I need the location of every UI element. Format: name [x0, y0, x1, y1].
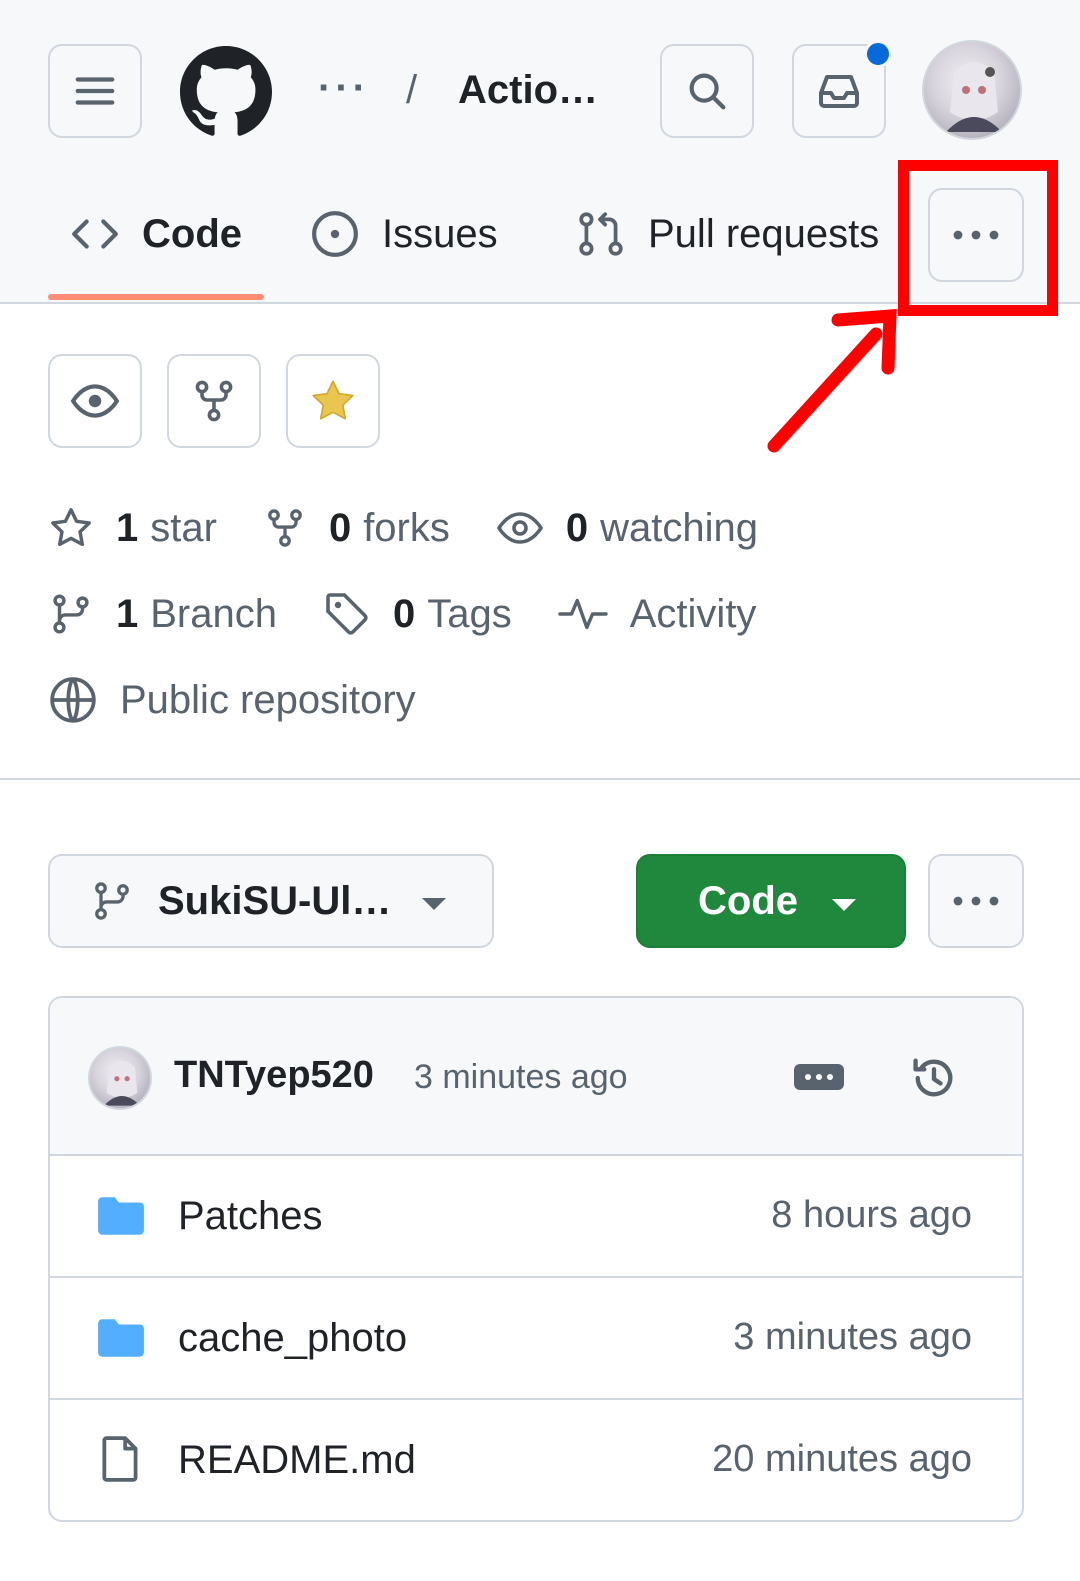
- stars-count: 1: [116, 505, 139, 550]
- activity-label: Activity: [629, 591, 757, 636]
- commit-author-avatar[interactable]: [88, 1046, 152, 1110]
- pulse-icon: [558, 598, 608, 630]
- file-row-readme[interactable]: README.md 20 minutes ago: [50, 1400, 1022, 1520]
- section-divider: [0, 778, 1080, 780]
- triangle-down-icon: [832, 899, 856, 911]
- kebab-horizontal-icon: [953, 896, 999, 906]
- commit-message-toggle[interactable]: [794, 1064, 844, 1090]
- branch-count: 1: [116, 591, 139, 636]
- latest-commit-row: TNTyep520 3 minutes ago: [50, 998, 1022, 1156]
- stars-link[interactable]: 1 star: [48, 505, 217, 551]
- commit-time: 3 minutes ago: [414, 1058, 628, 1096]
- star-icon: [51, 508, 91, 547]
- branch-label: Branch: [150, 591, 277, 636]
- file-listing: TNTyep520 3 minutes ago Patches 8 hours …: [48, 996, 1024, 1522]
- notification-dot: [864, 40, 892, 68]
- file-time: 3 minutes ago: [733, 1316, 972, 1358]
- eye-icon: [70, 384, 120, 418]
- branches-link[interactable]: 1 Branch: [48, 591, 277, 637]
- code-dropdown-button[interactable]: Code: [636, 854, 906, 948]
- issue-opened-icon: [312, 211, 358, 257]
- repo-forked-icon: [268, 509, 302, 547]
- tags-count: 0: [393, 591, 416, 636]
- tab-issues-label: Issues: [382, 211, 498, 256]
- file-time: 20 minutes ago: [712, 1438, 972, 1480]
- file-time: 8 hours ago: [771, 1194, 972, 1236]
- forks-count: 0: [328, 505, 352, 550]
- ellipsis-icon: [805, 1074, 833, 1080]
- file-name[interactable]: README.md: [178, 1438, 416, 1483]
- triangle-down-icon: [422, 898, 446, 910]
- tags-link[interactable]: 0 Tags: [323, 590, 512, 638]
- stars-label: star: [150, 505, 217, 550]
- repo-stats-row-2: 1 Branch 0 Tags Activity: [48, 586, 802, 642]
- file-icon: [102, 1436, 138, 1482]
- hamburger-menu-button[interactable]: [48, 44, 142, 138]
- git-branch-icon: [53, 594, 89, 634]
- repo-name[interactable]: Actio…: [458, 68, 598, 113]
- file-name[interactable]: Patches: [178, 1194, 323, 1239]
- file-name[interactable]: cache_photo: [178, 1316, 407, 1361]
- folder-icon: [98, 1197, 144, 1235]
- github-logo-icon[interactable]: [180, 46, 272, 138]
- watch-button[interactable]: [48, 354, 142, 448]
- code-icon: [72, 219, 118, 249]
- tab-pull-requests[interactable]: Pull requests: [576, 196, 879, 272]
- search-button[interactable]: [660, 44, 754, 138]
- git-branch-icon: [95, 882, 129, 920]
- star-fill-icon: [312, 380, 354, 420]
- tab-pull-requests-label: Pull requests: [648, 211, 880, 256]
- activity-link[interactable]: Activity: [558, 591, 757, 637]
- visibility-label: Public repository: [120, 677, 416, 722]
- repo-stats-row-3: Public repository: [48, 672, 462, 728]
- folder-icon: [98, 1319, 144, 1357]
- fork-button[interactable]: [167, 354, 261, 448]
- watching-label: watching: [600, 505, 758, 550]
- branch-selector-value: SukiSU-Ul…: [158, 878, 392, 923]
- avatar[interactable]: [922, 40, 1022, 140]
- tab-code-label: Code: [142, 211, 242, 256]
- visibility-indicator: Public repository: [48, 675, 416, 725]
- globe-icon: [50, 677, 96, 723]
- branch-selector[interactable]: SukiSU-Ul…: [48, 854, 494, 948]
- forks-label: forks: [363, 505, 450, 550]
- tab-issues[interactable]: Issues: [310, 196, 498, 272]
- history-icon: [913, 1058, 953, 1097]
- watching-link[interactable]: 0 watching: [496, 504, 758, 552]
- tag-icon: [326, 593, 368, 635]
- annotation-highlight-box: [898, 160, 1058, 316]
- file-row-cache-photo[interactable]: cache_photo 3 minutes ago: [50, 1278, 1022, 1400]
- more-actions-button[interactable]: [928, 854, 1024, 948]
- eye-icon: [496, 512, 543, 544]
- tab-code[interactable]: Code: [70, 196, 242, 272]
- git-pull-request-icon: [579, 212, 623, 256]
- breadcrumb-ellipsis[interactable]: ···: [318, 66, 370, 111]
- search-icon: [689, 73, 726, 110]
- selected-tab-indicator: [48, 294, 264, 300]
- repo-forked-icon: [195, 380, 233, 422]
- breadcrumb-separator: /: [406, 68, 418, 112]
- code-button-label: Code: [698, 878, 798, 923]
- commit-author[interactable]: TNTyep520: [174, 1054, 374, 1097]
- inbox-icon: [819, 75, 859, 108]
- annotation-arrow-icon: [767, 308, 897, 453]
- star-button[interactable]: [286, 354, 380, 448]
- tags-label: Tags: [427, 591, 512, 636]
- three-bars-icon: [75, 77, 115, 105]
- watching-count: 0: [565, 505, 589, 550]
- history-button[interactable]: [908, 1052, 960, 1109]
- file-row-patches[interactable]: Patches 8 hours ago: [50, 1156, 1022, 1278]
- forks-link[interactable]: 0 forks: [263, 506, 450, 551]
- repo-stats-row-1: 1 star 0 forks 0 watching: [48, 500, 804, 556]
